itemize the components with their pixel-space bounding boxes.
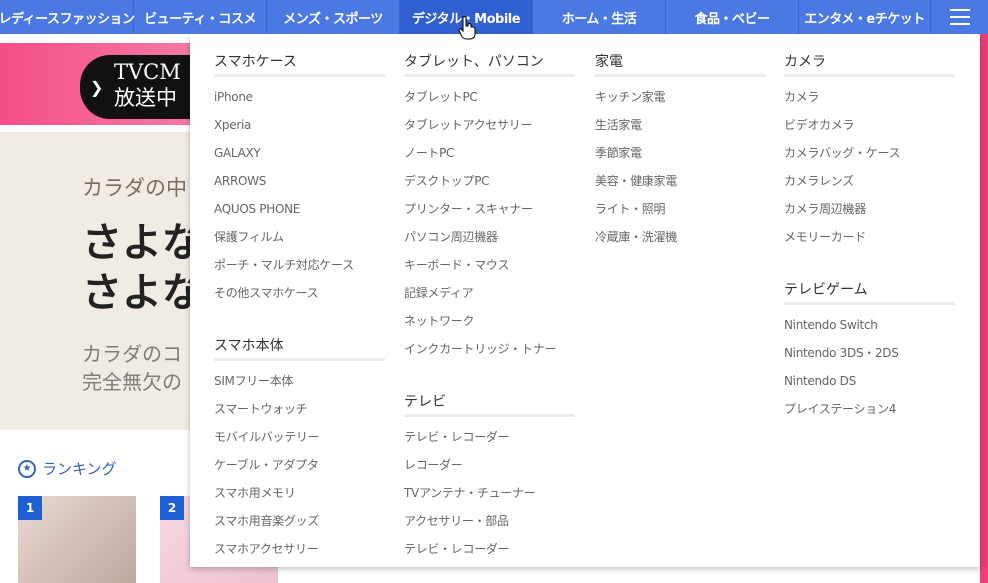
nav-tab-ladies-fashion[interactable]: レディースファッション [0,0,135,34]
menu-link-smartphone-memory[interactable]: スマホ用メモリ [214,479,385,507]
menu-link-recorder[interactable]: レコーダー [404,451,575,479]
hero-description-line1: カラダのコ [82,342,182,366]
category-title[interactable]: カメラ [784,52,955,77]
menu-link-beauty-health-appliances[interactable]: 美容・健康家電 [595,167,766,195]
nav-tab-home-living[interactable]: ホーム・生活 [533,0,666,34]
menu-link-seasonal-appliances[interactable]: 季節家電 [595,139,766,167]
menu-link-memory-card[interactable]: メモリーカード [784,223,955,251]
menu-link-iphone[interactable]: iPhone [214,83,385,111]
ranking-label: ランキング [42,460,117,478]
category-title[interactable]: スマホケース [214,52,385,77]
menu-link-other-cases[interactable]: その他スマホケース [214,279,385,307]
category-video-games: テレビゲーム Nintendo Switch Nintendo 3DS・2DS … [784,280,955,423]
ranking-number-badge: 1 [18,496,42,520]
menu-link-nintendo-switch[interactable]: Nintendo Switch [784,311,955,339]
ranking-number-badge: 2 [160,496,184,520]
menu-link-aquos-phone[interactable]: AQUOS PHONE [214,195,385,223]
category-title[interactable]: スマホ本体 [214,336,385,361]
menu-link-cable-adapter[interactable]: ケーブル・アダプタ [214,451,385,479]
menu-link-video-camera[interactable]: ビデオカメラ [784,111,955,139]
menu-link-lighting[interactable]: ライト・照明 [595,195,766,223]
menu-link-arrows[interactable]: ARROWS [214,167,385,195]
menu-link-galaxy[interactable]: GALAXY [214,139,385,167]
category-title[interactable]: タブレット、パソコン [404,52,575,77]
menu-link-pc-peripherals[interactable]: パソコン周辺機器 [404,223,575,251]
menu-link-tv-recorder[interactable]: テレビ・レコーダー [404,423,575,451]
category-title[interactable]: テレビゲーム [784,280,955,305]
nav-tab-mens-sports[interactable]: メンズ・スポーツ [267,0,400,34]
category-smartphone-devices: スマホ本体 SIMフリー本体 スマートウォッチ モバイルバッテリー ケーブル・ア… [214,336,385,563]
top-category-nav: レディースファッション ビューティ・コスメ メンズ・スポーツ デジタル・Mobi… [0,0,988,34]
hero-headline-line1: さよな [82,220,202,266]
category-home-appliances: 家電 キッチン家電 生活家電 季節家電 美容・健康家電 ライト・照明 冷蔵庫・洗… [595,52,766,251]
menu-link-living-appliances[interactable]: 生活家電 [595,111,766,139]
menu-link-mobile-battery[interactable]: モバイルバッテリー [214,423,385,451]
menu-link-ink-toner[interactable]: インクカートリッジ・トナー [404,335,575,363]
menu-link-network[interactable]: ネットワーク [404,307,575,335]
menu-link-storage-media[interactable]: 記録メディア [404,279,575,307]
digital-mobile-mega-menu: スマホケース iPhone Xperia GALAXY ARROWS AQUOS… [190,34,980,567]
menu-link-keyboard-mouse[interactable]: キーボード・マウス [404,251,575,279]
star-icon: ★ [18,459,36,478]
ranking-heading[interactable]: ★ ランキング [18,458,117,479]
menu-link-camera-bag-case[interactable]: カメラバッグ・ケース [784,139,955,167]
side-banner-edge [980,34,988,583]
category-tablet-pc: タブレット、パソコン タブレットPC タブレットアクセサリー ノートPC デスク… [404,52,575,363]
nav-tab-entertainment-eticket[interactable]: エンタメ・eチケット [799,0,931,34]
menu-link-smartphone-accessories[interactable]: スマホアクセサリー [214,535,385,563]
menu-link-notebook-pc[interactable]: ノートPC [404,139,575,167]
hero-headline-line2: さよな [82,270,202,316]
menu-link-accessories-parts[interactable]: アクセサリー・部品 [404,507,575,535]
menu-link-playstation4[interactable]: プレイステーション4 [784,395,955,423]
menu-link-printer-scanner[interactable]: プリンター・スキャナー [404,195,575,223]
menu-link-xperia[interactable]: Xperia [214,111,385,139]
hero-subtitle: カラダの中 [82,176,187,200]
category-smartphone-cases: スマホケース iPhone Xperia GALAXY ARROWS AQUOS… [214,52,385,307]
category-title[interactable]: テレビ [404,392,575,417]
hamburger-icon-bar [949,23,970,25]
category-camera: カメラ カメラ ビデオカメラ カメラバッグ・ケース カメラレンズ カメラ周辺機器… [784,52,955,251]
hamburger-menu-button[interactable] [931,0,988,34]
menu-link-tablet-pc[interactable]: タブレットPC [404,83,575,111]
menu-link-kitchen-appliances[interactable]: キッチン家電 [595,83,766,111]
hand-pointer-icon [458,16,476,40]
menu-link-protective-film[interactable]: 保護フィルム [214,223,385,251]
hero-description: カラダのコ 完全無欠の [82,340,182,396]
category-title[interactable]: 家電 [595,52,766,77]
menu-link-sim-free[interactable]: SIMフリー本体 [214,367,385,395]
menu-link-fridge-washer[interactable]: 冷蔵庫・洗濯機 [595,223,766,251]
menu-link-music-goods[interactable]: スマホ用音楽グッズ [214,507,385,535]
menu-link-camera-lens[interactable]: カメラレンズ [784,167,955,195]
menu-link-pouch-multi-case[interactable]: ポーチ・マルチ対応ケース [214,251,385,279]
hamburger-icon [949,9,970,11]
menu-link-camera-peripherals[interactable]: カメラ周辺機器 [784,195,955,223]
menu-link-nintendo-ds[interactable]: Nintendo DS [784,367,955,395]
hero-headline: さよな さよな [82,218,202,318]
nav-tab-food-baby[interactable]: 食品・ベビー [666,0,799,34]
menu-link-smartwatch[interactable]: スマートウォッチ [214,395,385,423]
menu-link-nintendo-3ds-2ds[interactable]: Nintendo 3DS・2DS [784,339,955,367]
hamburger-icon-bar [949,16,970,18]
menu-link-desktop-pc[interactable]: デスクトップPC [404,167,575,195]
chevron-left-icon: ❯ [90,78,104,97]
menu-link-tv-antenna-tuner[interactable]: TVアンテナ・チューナー [404,479,575,507]
category-tv: テレビ テレビ・レコーダー レコーダー TVアンテナ・チューナー アクセサリー・… [404,392,575,563]
nav-tab-beauty-cosmetics[interactable]: ビューティ・コスメ [134,0,267,34]
menu-link-tv-recorder-2[interactable]: テレビ・レコーダー [404,535,575,563]
menu-link-camera[interactable]: カメラ [784,83,955,111]
hero-description-line2: 完全無欠の [82,370,182,394]
menu-link-tablet-accessories[interactable]: タブレットアクセサリー [404,111,575,139]
